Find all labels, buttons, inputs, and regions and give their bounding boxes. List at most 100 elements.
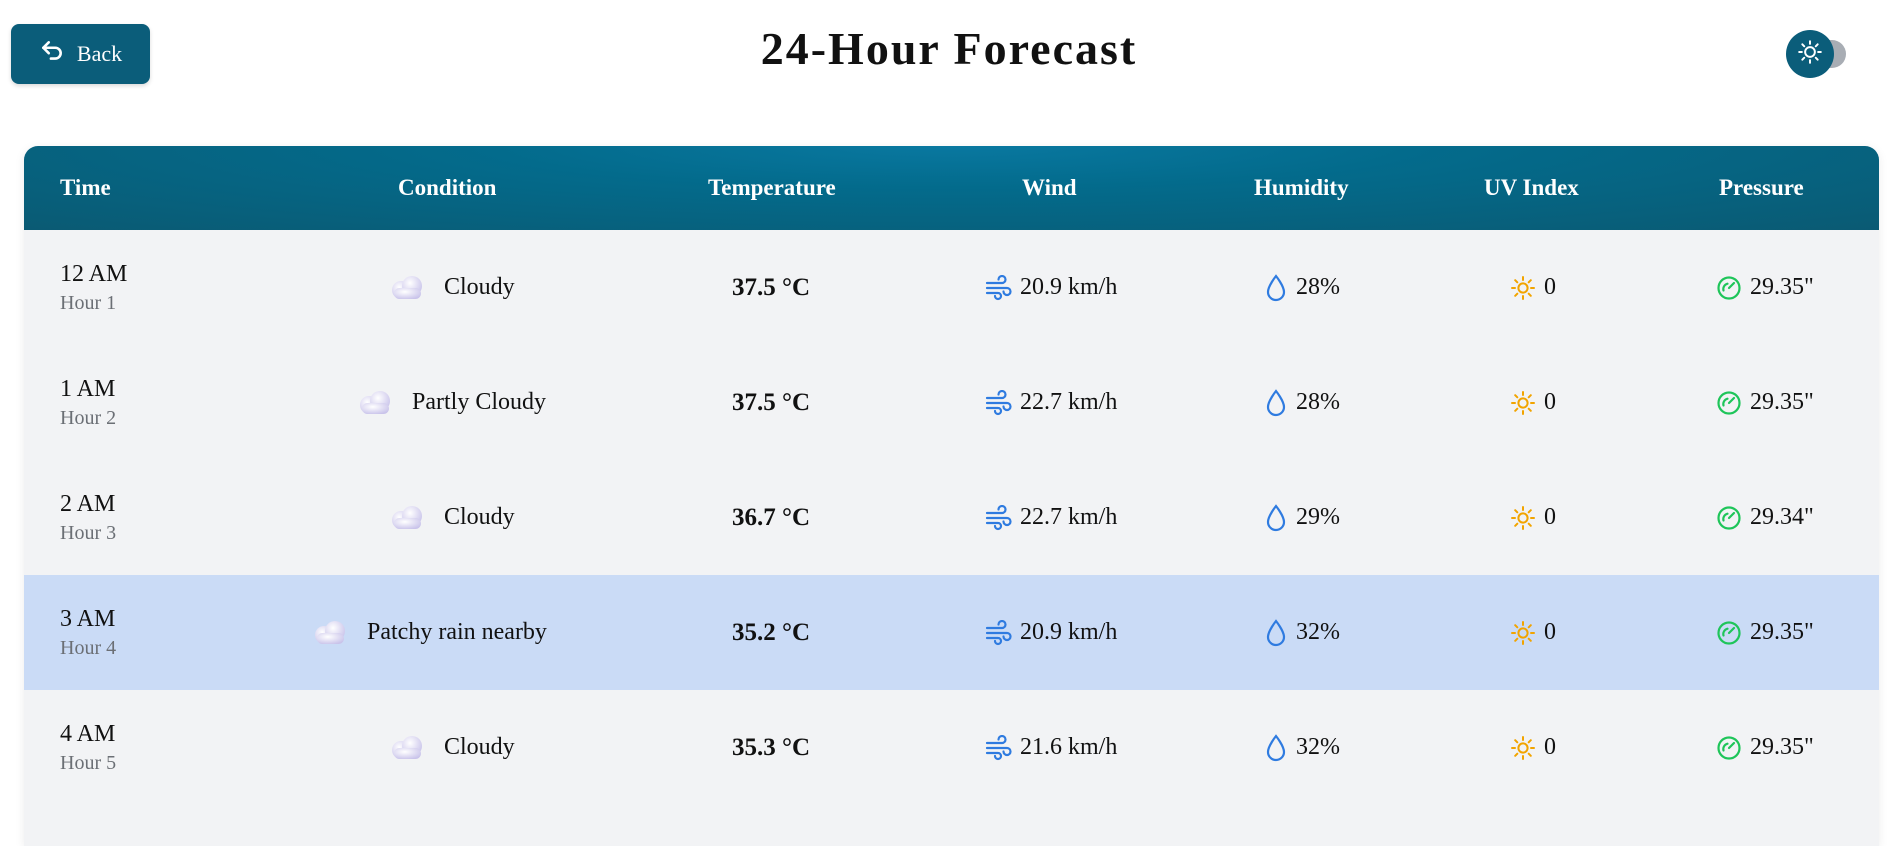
uv-sun-icon <box>1510 390 1536 416</box>
pressure-value: 29.35" <box>1750 619 1814 645</box>
theme-toggle[interactable] <box>1786 30 1858 78</box>
column-header-humidity: Humidity <box>1254 175 1349 200</box>
wind-cell: 20.9 km/h <box>984 575 1117 690</box>
wind-value: 21.6 km/h <box>1020 734 1118 760</box>
table-row[interactable]: 3 AM Hour 4 Patchy rain nearby 35.2 °C 20.9 … <box>24 575 1879 690</box>
pressure-cell: 29.35" <box>1716 575 1814 690</box>
table-row[interactable]: 4 AM Hour 5 Cloudy 35.3 °C 21.6 km/h 32% 0 29.3… <box>24 690 1879 805</box>
wind-value: 22.7 km/h <box>1020 389 1118 415</box>
uv-value: 0 <box>1544 274 1556 300</box>
gauge-icon <box>1716 620 1742 646</box>
wind-value: 20.9 km/h <box>1020 619 1118 645</box>
pressure-value: 29.34" <box>1750 504 1814 530</box>
hour-label: Hour 2 <box>60 406 117 429</box>
column-header-pressure: Pressure <box>1719 175 1804 200</box>
toggle-knob <box>1786 30 1834 78</box>
pressure-value: 29.35" <box>1750 274 1814 300</box>
uv-cell: 0 <box>1510 690 1556 805</box>
pressure-value: 29.35" <box>1750 734 1814 760</box>
gauge-icon <box>1716 735 1742 761</box>
uv-cell: 0 <box>1510 460 1556 575</box>
time-cell: 1 AM Hour 2 <box>60 345 116 460</box>
humidity-cell: 28% <box>1264 230 1340 345</box>
droplet-icon <box>1264 503 1288 532</box>
humidity-value: 28% <box>1296 389 1340 415</box>
table-body: 12 AM Hour 1 Cloudy 37.5 °C 20.9 km/h 28% 0 29.… <box>24 230 1879 805</box>
hour-label: Hour 4 <box>60 636 117 659</box>
wind-icon <box>984 619 1012 646</box>
time-cell: 12 AM Hour 1 <box>60 230 127 345</box>
wind-cell: 22.7 km/h <box>984 460 1117 575</box>
droplet-icon <box>1264 733 1288 762</box>
cloud-icon <box>311 620 349 646</box>
humidity-cell: 32% <box>1264 575 1340 690</box>
wind-icon <box>984 389 1012 416</box>
condition-label: Cloudy <box>444 274 515 300</box>
humidity-value: 32% <box>1296 734 1340 760</box>
temperature-value: 35.3 °C <box>732 733 811 761</box>
cloud-icon <box>388 735 426 761</box>
uv-sun-icon <box>1510 735 1536 761</box>
temperature-value: 35.2 °C <box>732 618 811 646</box>
table-row[interactable]: 1 AM Hour 2 Partly Cloudy 37.5 °C 22.7 km/h 2… <box>24 345 1879 460</box>
uv-cell: 0 <box>1510 575 1556 690</box>
uv-sun-icon <box>1510 275 1536 301</box>
time-cell: 2 AM Hour 3 <box>60 460 116 575</box>
time-label: 2 AM <box>60 490 116 517</box>
condition-label: Partly Cloudy <box>412 389 547 415</box>
column-header-wind: Wind <box>1022 175 1077 200</box>
condition-label: Patchy rain nearby <box>367 619 547 645</box>
sun-icon <box>1797 39 1823 70</box>
uv-sun-icon <box>1510 505 1536 531</box>
uv-value: 0 <box>1544 734 1556 760</box>
time-label: 12 AM <box>60 260 128 287</box>
gauge-icon <box>1716 275 1742 301</box>
cloud-icon <box>388 275 426 301</box>
uv-cell: 0 <box>1510 230 1556 345</box>
table-row[interactable]: 2 AM Hour 3 Cloudy 36.7 °C 22.7 km/h 29% 0 29.3… <box>24 460 1879 575</box>
wind-icon <box>984 274 1012 301</box>
humidity-cell: 32% <box>1264 690 1340 805</box>
wind-cell: 22.7 km/h <box>984 345 1117 460</box>
time-label: 1 AM <box>60 375 116 402</box>
time-label: 4 AM <box>60 720 116 747</box>
wind-icon <box>984 734 1012 761</box>
time-cell: 4 AM Hour 5 <box>60 690 116 805</box>
pressure-cell: 29.35" <box>1716 345 1814 460</box>
pressure-value: 29.35" <box>1750 389 1814 415</box>
droplet-icon <box>1264 273 1288 302</box>
uv-value: 0 <box>1544 619 1556 645</box>
wind-icon <box>984 504 1012 531</box>
humidity-cell: 29% <box>1264 460 1340 575</box>
temperature-value: 36.7 °C <box>732 503 811 531</box>
uv-value: 0 <box>1544 504 1556 530</box>
condition-cell: Cloudy <box>388 690 515 805</box>
column-header-temperature: Temperature <box>708 175 836 200</box>
pressure-cell: 29.34" <box>1716 460 1814 575</box>
wind-cell: 20.9 km/h <box>984 230 1117 345</box>
droplet-icon <box>1264 618 1288 647</box>
condition-cell: Partly Cloudy <box>356 345 546 460</box>
cloud-icon <box>388 505 426 531</box>
column-header-uv-index: UV Index <box>1484 175 1579 200</box>
condition-label: Cloudy <box>444 504 515 530</box>
uv-value: 0 <box>1544 389 1556 415</box>
condition-cell: Cloudy <box>388 460 515 575</box>
column-header-time: Time <box>60 175 111 200</box>
temperature-value: 37.5 °C <box>732 388 811 416</box>
uv-sun-icon <box>1510 620 1536 646</box>
hour-label: Hour 1 <box>60 291 117 314</box>
page-title: 24-Hour Forecast <box>760 23 1138 74</box>
time-cell: 3 AM Hour 4 <box>60 575 116 690</box>
wind-value: 20.9 km/h <box>1020 274 1118 300</box>
condition-cell: Cloudy <box>388 230 515 345</box>
gauge-icon <box>1716 505 1742 531</box>
droplet-icon <box>1264 388 1288 417</box>
pressure-cell: 29.35" <box>1716 690 1814 805</box>
gauge-icon <box>1716 390 1742 416</box>
forecast-table: Time Condition Temperature Wind Humidity… <box>24 146 1879 846</box>
humidity-value: 29% <box>1296 504 1340 530</box>
uv-cell: 0 <box>1510 345 1556 460</box>
table-row[interactable]: 12 AM Hour 1 Cloudy 37.5 °C 20.9 km/h 28% 0 29.… <box>24 230 1879 345</box>
time-label: 3 AM <box>60 605 116 632</box>
